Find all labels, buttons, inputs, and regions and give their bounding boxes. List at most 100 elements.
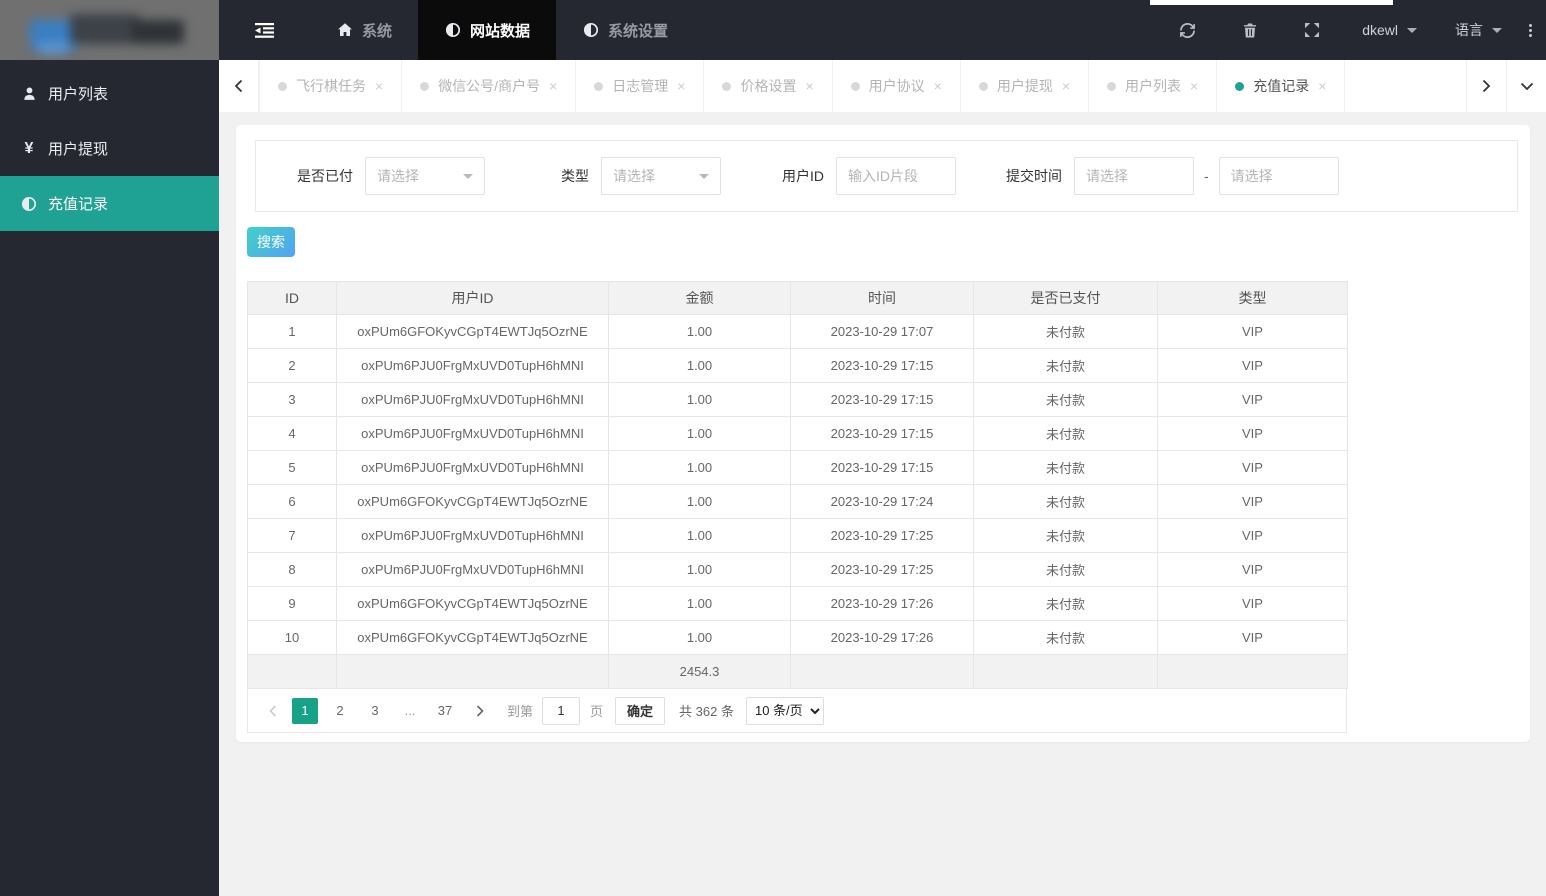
tab-label: 用户提现 (996, 78, 1053, 94)
page-list: 1 2 3... 37 (292, 697, 467, 724)
page-unit-label: 页 (590, 704, 604, 719)
tab-item[interactable]: 用户协议 × (833, 60, 961, 112)
table-cell: 未付款 (973, 416, 1158, 451)
logo[interactable] (0, 0, 219, 60)
chevron-down-icon (1492, 27, 1502, 33)
sidebar-item-label: 充值记录 (48, 196, 109, 213)
table-cell: 2023-10-29 17:15 (790, 348, 974, 383)
trash-icon[interactable] (1219, 0, 1281, 60)
user-menu[interactable]: dkewl (1343, 0, 1436, 60)
sidebar-item[interactable]: 充值记录 (0, 176, 219, 231)
page-size-select[interactable]: 10 条/页 (745, 696, 824, 725)
topnav-item-label: 网站数据 (470, 22, 531, 40)
table-cell: oxPUm6PJU0FrgMxUVD0TupH6hMNI (336, 416, 609, 451)
table-cell: 2023-10-29 17:25 (790, 552, 974, 587)
tab-close-icon[interactable]: × (375, 78, 383, 94)
tabs-dropdown-button[interactable] (1506, 60, 1546, 112)
fullscreen-icon[interactable] (1281, 0, 1343, 60)
tab-label: 充值记录 (1253, 78, 1310, 94)
sidebar-item[interactable]: 用户列表 (0, 66, 219, 121)
tab-item[interactable]: 日志管理 × (576, 60, 705, 112)
tab-item[interactable]: 用户列表 × (1089, 60, 1218, 112)
table-cell: 2023-10-29 17:15 (790, 416, 974, 451)
tab-item[interactable]: 充值记录 × (1217, 60, 1346, 112)
page-number-button[interactable]: 3 (362, 698, 388, 724)
filter-panel: 是否已付 请选择 类型 请选择 用户ID 提交时间 - (255, 140, 1518, 212)
tab-label: 日志管理 (612, 78, 669, 94)
table-header-cell: 类型 (1157, 281, 1348, 315)
tab-close-icon[interactable]: × (805, 78, 813, 94)
table-header-row: ID 用户ID 金额 时间 是否已支付 类型 (247, 281, 1348, 315)
tab-close-icon[interactable]: × (549, 78, 557, 94)
topnav-item[interactable]: 系统设置 (556, 0, 694, 60)
table-row: 9 oxPUm6GFOKyvCGpT4EWTJq5OzrNE 1.00 2023-10… (247, 586, 1348, 621)
table-cell: VIP (1157, 450, 1348, 485)
search-button[interactable]: 搜索 (247, 227, 295, 257)
next-page-button[interactable] (469, 698, 491, 724)
topnav-item[interactable]: 网站数据 (418, 0, 557, 60)
table-cell (973, 654, 1158, 689)
tab-close-icon[interactable]: × (677, 78, 685, 94)
table-header-cell: 用户ID (336, 281, 609, 315)
paid-filter-placeholder: 请选择 (377, 168, 419, 184)
table-cell (247, 654, 337, 689)
table-row: 10 oxPUm6GFOKyvCGpT4EWTJq5OzrNE 1.00 2023-1… (247, 620, 1348, 655)
tab-item[interactable]: 用户提现 × (961, 60, 1090, 112)
table-cell: oxPUm6PJU0FrgMxUVD0TupH6hMNI (336, 518, 609, 553)
table-header-cell: 是否已支付 (973, 281, 1158, 315)
refresh-icon[interactable] (1156, 0, 1219, 60)
language-menu[interactable]: 语言 (1436, 0, 1521, 60)
tabs-scroll-left-button[interactable] (219, 60, 259, 112)
table-cell: 8 (247, 552, 337, 587)
goto-page-input[interactable] (542, 696, 581, 725)
table-cell: 9 (247, 586, 337, 621)
table-row: 6 oxPUm6GFOKyvCGpT4EWTJq5OzrNE 1.00 2023-10… (247, 484, 1348, 519)
tab-label: 用户协议 (868, 78, 925, 94)
paid-filter-select[interactable]: 请选择 (365, 157, 485, 195)
tab-strip: 飞行棋任务 × 微信公号/商户号 × 日志管理 × 价格设置 × 用户协议 × 用户提现 × 用户列表 ×… (259, 60, 1466, 112)
table-cell (790, 654, 974, 689)
tabs-scroll-right-button[interactable] (1466, 60, 1506, 112)
table-header-cell: 时间 (790, 281, 974, 315)
tab-close-icon[interactable]: × (1318, 78, 1326, 94)
tab-close-icon[interactable]: × (934, 78, 942, 94)
sidebar-item[interactable]: ¥ 用户提现 (0, 121, 219, 176)
user-id-filter-label: 用户ID (782, 168, 824, 184)
tab-item[interactable]: 微信公号/商户号 × (402, 60, 577, 112)
tab-item[interactable]: 价格设置 × (704, 60, 833, 112)
top-highlight-strip (1150, 0, 1393, 5)
table-cell: VIP (1157, 416, 1348, 451)
confirm-page-button[interactable]: 确定 (615, 696, 666, 725)
tab-bar: 飞行棋任务 × 微信公号/商户号 × 日志管理 × 价格设置 × 用户协议 × 用户提现 × 用户列表 ×… (219, 60, 1546, 112)
topnav-item[interactable]: 系统 (310, 0, 418, 60)
top-navbar: 系统 网站数据 系统设置 dkewl 语言 (219, 0, 1546, 60)
table-cell (1157, 654, 1348, 689)
table-cell: VIP (1157, 518, 1348, 553)
page-number-button[interactable]: 1 (292, 697, 318, 724)
type-filter-select[interactable]: 请选择 (601, 157, 721, 195)
page-number-button[interactable]: 2 (327, 698, 353, 724)
tab-status-dot (1235, 81, 1245, 91)
table-cell: 未付款 (973, 348, 1158, 383)
tab-close-icon[interactable]: × (1062, 78, 1070, 94)
tab-item[interactable]: 飞行棋任务 × (259, 60, 403, 112)
adjust-icon (582, 22, 600, 38)
tab-status-dot (278, 81, 287, 91)
page-number-button[interactable]: 37 (432, 698, 458, 724)
more-options-icon[interactable] (1521, 23, 1546, 37)
prev-page-button[interactable] (262, 698, 284, 724)
table-cell: 1 (247, 314, 337, 349)
table-cell: oxPUm6GFOKyvCGpT4EWTJq5OzrNE (336, 314, 609, 349)
tab-status-dot (722, 81, 732, 91)
time-end-input[interactable] (1218, 157, 1339, 195)
table-cell: 1.00 (608, 586, 791, 621)
table-cell: 1.00 (608, 620, 791, 655)
time-start-input[interactable] (1074, 157, 1194, 195)
user-id-input[interactable] (836, 157, 956, 195)
table-cell: 1.00 (608, 484, 791, 519)
table-cell: VIP (1157, 484, 1348, 519)
sidebar-toggle-icon[interactable] (219, 22, 310, 38)
home-icon (336, 22, 354, 38)
tab-close-icon[interactable]: × (1190, 78, 1198, 94)
date-range-separator: - (1204, 168, 1209, 184)
